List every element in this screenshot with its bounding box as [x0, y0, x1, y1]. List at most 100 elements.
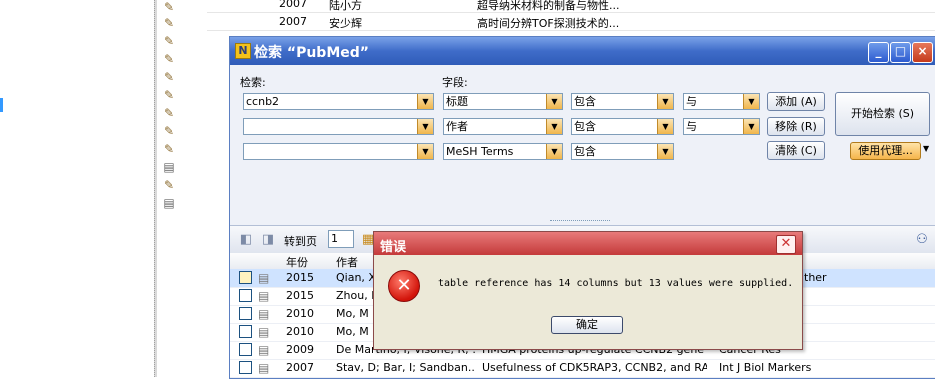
chevron-down-icon[interactable]: ▼ [546, 94, 562, 109]
remove-button[interactable]: 移除 (R) [767, 117, 825, 136]
logic-select[interactable]: 与 ▼ [683, 93, 760, 110]
year-cell: 2010 [286, 307, 314, 320]
author-header[interactable]: 作者 [336, 254, 358, 270]
search-term-value: ccnb2 [246, 95, 280, 108]
title-cell: 超导纳米材料的制备与物性... [477, 0, 620, 12]
operator-value: 包含 [574, 145, 596, 158]
splitter-handle[interactable] [550, 220, 610, 224]
search-form: 检索: 字段: ccnb2 ▼ 标题 ▼ 包含 ▼ 与 ▼ ▼ 作者 ▼ 包含 ▼ 与 ▼ ▼… [230, 65, 935, 225]
maximize-button[interactable]: □ [890, 42, 911, 63]
year-cell: 2007 [286, 361, 314, 374]
error-dialog-title: 错误 [380, 240, 407, 255]
document-icon: ▤ [258, 307, 270, 321]
operator-select[interactable]: 包含 ▼ [571, 143, 674, 160]
search-term-combo[interactable]: ▼ [243, 143, 434, 160]
logic-value: 与 [686, 95, 697, 108]
chevron-down-icon[interactable]: ▼ [657, 144, 673, 159]
app-logo-icon: N [235, 43, 251, 59]
operator-value: 包含 [574, 95, 596, 108]
use-proxy-button[interactable]: 使用代理... [850, 142, 921, 160]
chevron-down-icon[interactable]: ▼ [743, 94, 759, 109]
document-icon: ▤ [163, 196, 175, 210]
chevron-down-icon[interactable]: ▼ [417, 144, 433, 159]
list-item[interactable]: 2007 安少辉 高时间分辨TOF探测技术的... [207, 14, 935, 31]
ok-button[interactable]: 确定 [551, 316, 623, 334]
pen-icon: ✎ [163, 88, 175, 102]
chevron-down-icon[interactable]: ▼ [743, 119, 759, 134]
year-cell: 2015 [286, 271, 314, 284]
search-term-combo[interactable]: ▼ [243, 118, 434, 135]
close-button[interactable]: × [912, 42, 933, 63]
start-search-button[interactable]: 开始检索 (S) [835, 92, 930, 136]
pen-icon: ✎ [163, 34, 175, 48]
close-icon[interactable]: ✕ [776, 235, 796, 254]
goto-page-label: 转到页 [284, 235, 317, 248]
clear-button[interactable]: 清除 (C) [767, 141, 825, 160]
operator-select[interactable]: 包含 ▼ [571, 93, 674, 110]
window-title: 检索 “PubMed” [254, 45, 369, 61]
chevron-down-icon[interactable]: ▼ [417, 94, 433, 109]
add-button[interactable]: 添加 (A) [767, 92, 825, 111]
chevron-down-icon[interactable]: ▼ [546, 119, 562, 134]
field-select[interactable]: MeSH Terms ▼ [443, 143, 563, 160]
page-number-input[interactable]: 1 [328, 230, 354, 248]
pen-icon: ✎ [163, 124, 175, 138]
chevron-down-icon[interactable]: ▼ [657, 94, 673, 109]
author-cell: 陆小方 [329, 0, 362, 12]
left-selection-marker [0, 98, 3, 112]
proxy-dropdown-icon[interactable]: ▼ [923, 144, 929, 153]
pen-icon: ✎ [163, 0, 175, 14]
list-item[interactable]: 2007 陆小方 超导纳米材料的制备与物性... [207, 0, 935, 13]
title-cell: Usefulness of CDK5RAP3, CCNB2, and RAG..… [482, 361, 707, 374]
field-select[interactable]: 作者 ▼ [443, 118, 563, 135]
error-dialog-titlebar[interactable]: 错误 ✕ [374, 232, 802, 255]
search-label: 检索: [240, 76, 266, 89]
field-value: 标题 [446, 95, 468, 108]
table-row[interactable]: ▤ 2007 Stav, D; Bar, I; Sandban... Usefu… [230, 359, 935, 378]
document-icon: ▤ [258, 325, 270, 339]
record-icon-column: ✎ ✎ ✎ ✎ ✎ ✎ ✎ ✎ ✎ ▤ ✎ ▤ [157, 0, 207, 215]
search-term-combo[interactable]: ccnb2 ▼ [243, 93, 434, 110]
chevron-down-icon[interactable]: ▼ [657, 119, 673, 134]
prev-page-icon[interactable]: ◧ [238, 232, 254, 248]
error-message: table reference has 14 columns but 13 va… [438, 278, 794, 289]
chevron-down-icon[interactable]: ▼ [546, 144, 562, 159]
row-checkbox[interactable] [239, 307, 252, 320]
search-window-titlebar[interactable]: N 检索 “PubMed” _ □ × [230, 37, 935, 65]
document-icon: ▤ [258, 361, 270, 375]
author-cell: Stav, D; Bar, I; Sandban... [336, 361, 476, 374]
row-checkbox[interactable] [239, 361, 252, 374]
row-checkbox[interactable] [239, 343, 252, 356]
document-icon: ▤ [258, 289, 270, 303]
field-value: 作者 [446, 120, 468, 133]
error-x-icon: ✕ [388, 270, 420, 302]
year-cell: 2009 [286, 343, 314, 356]
year-cell: 2007 [279, 15, 307, 28]
author-cell: 安少辉 [329, 17, 362, 30]
operator-value: 包含 [574, 120, 596, 133]
journal-cell: Int J Biol Markers [719, 361, 812, 374]
document-icon: ▤ [258, 343, 270, 357]
pen-icon: ✎ [163, 16, 175, 30]
year-cell: 2015 [286, 289, 314, 302]
author-cell: Mo, M L [336, 307, 379, 320]
row-checkbox[interactable] [239, 289, 252, 302]
logic-select[interactable]: 与 ▼ [683, 118, 760, 135]
pen-icon: ✎ [163, 70, 175, 84]
operator-select[interactable]: 包含 ▼ [571, 118, 674, 135]
pen-icon: ✎ [163, 142, 175, 156]
background-record-list: 2007 陆小方 超导纳米材料的制备与物性... 2007 安少辉 高时间分辨T… [207, 0, 935, 32]
pen-icon: ✎ [163, 52, 175, 66]
next-page-icon[interactable]: ◨ [260, 232, 276, 248]
year-header[interactable]: 年份 [286, 254, 308, 270]
pen-icon: ✎ [163, 106, 175, 120]
field-select[interactable]: 标题 ▼ [443, 93, 563, 110]
user-remove-icon[interactable]: ⚇ [914, 232, 930, 248]
field-label: 字段: [442, 76, 468, 89]
minimize-button[interactable]: _ [868, 42, 889, 63]
row-checkbox[interactable] [239, 325, 252, 338]
year-cell: 2007 [279, 0, 307, 10]
row-checkbox[interactable] [239, 271, 252, 284]
chevron-down-icon[interactable]: ▼ [417, 119, 433, 134]
field-value: MeSH Terms [446, 145, 514, 158]
